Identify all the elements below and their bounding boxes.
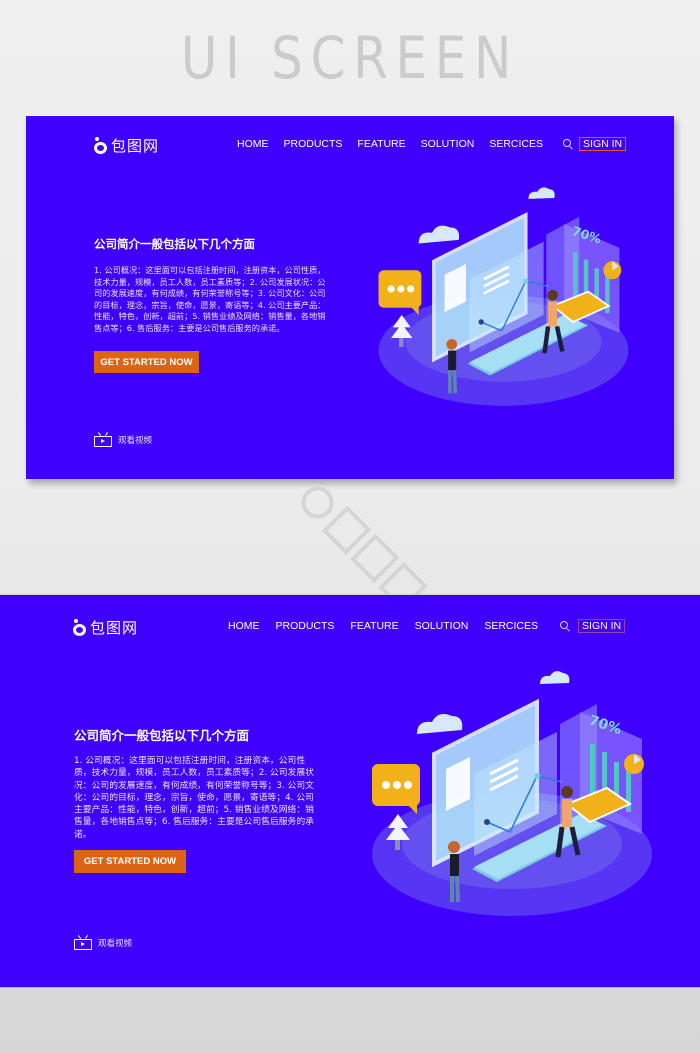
person-woman — [450, 854, 459, 876]
nav-solution[interactable]: SOLUTION — [415, 620, 469, 632]
nav-home[interactable]: HOME — [237, 138, 269, 150]
nav-services[interactable]: SERCICES — [489, 138, 543, 150]
search-icon[interactable] — [560, 621, 570, 632]
nav-feature[interactable]: FEATURE — [357, 138, 405, 150]
cloud-icon — [528, 187, 555, 199]
tv-play-icon — [74, 935, 92, 950]
logo-text: 包图网 — [111, 137, 160, 155]
logo-text: 包图网 — [90, 619, 139, 637]
nav-services[interactable]: SERCICES — [484, 620, 538, 632]
nav-home[interactable]: HOME — [228, 620, 260, 632]
person-man — [562, 799, 572, 827]
watch-video-link[interactable]: 观看视频 — [94, 432, 153, 447]
ui-screen-preview-card: 包图网 HOME PRODUCTS FEATURE SOLUTION SERCI… — [26, 115, 674, 479]
watch-video-label: 观看视频 — [118, 436, 153, 446]
ui-screen-fullwidth: 包图网 HOME PRODUCTS FEATURE SOLUTION SERCI… — [0, 594, 700, 988]
logo-icon — [73, 618, 87, 637]
get-started-button[interactable]: GET STARTED NOW — [74, 850, 186, 873]
brand-logo[interactable]: 包图网 — [73, 617, 138, 638]
illustration-group: 70% — [372, 671, 652, 916]
cloud-icon — [417, 714, 463, 734]
tv-play-icon — [94, 432, 112, 447]
person-man — [548, 301, 557, 327]
cloud-icon — [418, 225, 460, 244]
nav-solution[interactable]: SOLUTION — [421, 138, 475, 150]
main-nav: HOME PRODUCTS FEATURE SOLUTION SERCICES … — [228, 619, 626, 633]
cloud-icon — [540, 671, 570, 684]
main-nav: HOME PRODUCTS FEATURE SOLUTION SERCICES … — [237, 137, 627, 151]
search-icon[interactable] — [563, 139, 573, 150]
sign-in-button[interactable]: SIGN IN — [578, 619, 626, 633]
sign-in-button[interactable]: SIGN IN — [579, 137, 627, 151]
hero-description: 1. 公司概况：这里面可以包括注册时间，注册资本，公司性质，技术力量，规模，员工… — [74, 756, 314, 840]
person-woman — [448, 350, 457, 371]
hero-illustration: 70% — [378, 187, 629, 406]
logo-icon — [94, 136, 108, 155]
nav-feature[interactable]: FEATURE — [350, 620, 398, 632]
illustration-group: 70% — [378, 187, 629, 406]
page-heading: UI SCREEN — [180, 24, 520, 92]
hero-description: 1. 公司概况：这里面可以包括注册时间，注册资本，公司性质，技术力量，规模，员工… — [94, 265, 326, 333]
nav-products[interactable]: PRODUCTS — [284, 138, 343, 150]
nav-products[interactable]: PRODUCTS — [276, 620, 335, 632]
get-started-button[interactable]: GET STARTED NOW — [94, 351, 199, 373]
hero-title: 公司简介一般包括以下几个方面 — [94, 237, 255, 251]
watch-video-link[interactable]: 观看视频 — [74, 935, 133, 950]
brand-logo[interactable]: 包图网 — [94, 135, 159, 156]
watch-video-label: 观看视频 — [98, 939, 133, 949]
hero-title: 公司简介一般包括以下几个方面 — [74, 728, 250, 743]
hero-illustration: 70% — [372, 671, 652, 916]
